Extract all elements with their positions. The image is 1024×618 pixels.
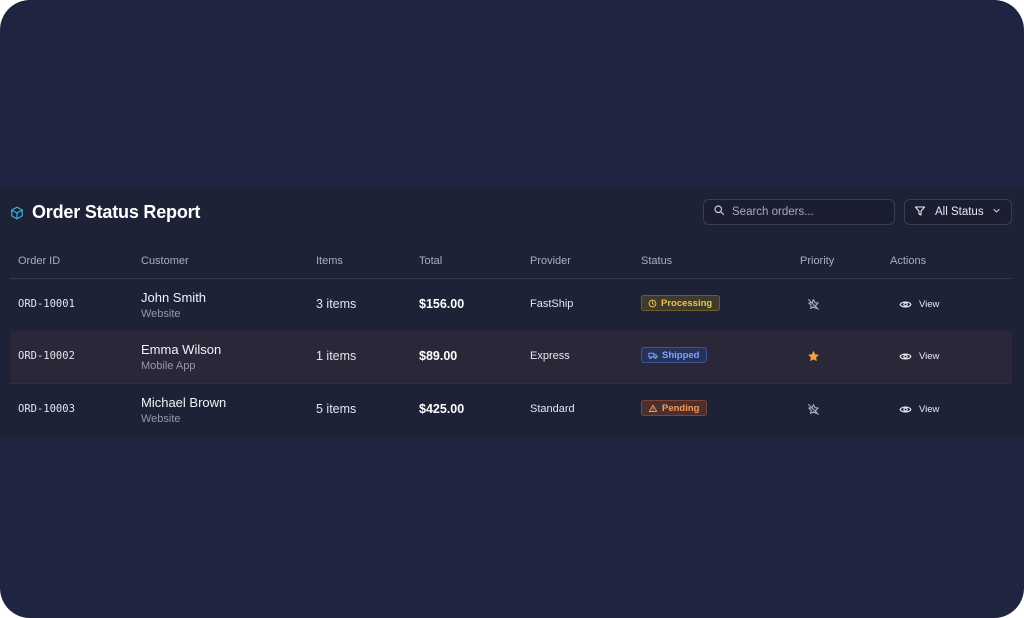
priority-star-off-icon[interactable] — [807, 298, 821, 312]
item-count: 1 items — [316, 349, 357, 363]
order-source: Website — [141, 413, 181, 425]
clock-icon — [648, 299, 657, 308]
order-id: ORD-10002 — [18, 350, 75, 362]
priority-star-off-icon[interactable] — [807, 403, 821, 417]
eye-icon — [899, 298, 912, 311]
search-box[interactable] — [703, 199, 895, 225]
item-count: 3 items — [316, 297, 357, 311]
eye-icon — [899, 350, 912, 363]
view-order-button[interactable]: View — [899, 403, 939, 416]
status-badge: Pending — [641, 400, 708, 416]
order-report-panel: Order Status Report All Status — [0, 188, 1024, 438]
title-group: Order Status Report — [10, 202, 200, 223]
priority-star-icon[interactable] — [807, 350, 821, 364]
customer-name: John Smith — [141, 290, 207, 305]
column-header-actions: Actions — [890, 255, 927, 267]
column-header-items[interactable]: Items — [316, 255, 343, 267]
order-total: $156.00 — [419, 297, 465, 311]
customer-cell: Michael Brown Website — [141, 395, 226, 428]
view-label: View — [919, 299, 940, 310]
item-count: 5 items — [316, 402, 357, 416]
status-badge: Shipped — [641, 347, 708, 363]
order-source: Website — [141, 308, 181, 320]
status-label: Shipped — [662, 349, 700, 361]
chevron-down-icon — [992, 206, 1001, 218]
report-header: Order Status Report All Status — [0, 188, 1024, 240]
customer-name: Emma Wilson — [141, 342, 222, 357]
table-row[interactable]: ORD-10002 Emma Wilson Mobile App 1 items… — [10, 331, 1012, 384]
filter-label: All Status — [935, 206, 984, 218]
customer-cell: John Smith Website — [141, 290, 206, 323]
shipping-provider: Standard — [530, 403, 575, 415]
customer-cell: Emma Wilson Mobile App — [141, 342, 221, 375]
order-source: Mobile App — [141, 360, 196, 372]
order-id: ORD-10003 — [18, 403, 75, 415]
eye-icon — [899, 403, 912, 416]
page-title: Order Status Report — [32, 202, 201, 222]
column-header-order-id[interactable]: Order ID — [18, 255, 60, 267]
app-window: Order Status Report All Status — [0, 0, 1024, 618]
column-header-status[interactable]: Status — [641, 255, 672, 267]
search-input[interactable] — [732, 206, 882, 218]
search-icon — [704, 203, 725, 221]
view-order-button[interactable]: View — [899, 350, 939, 363]
view-label: View — [919, 404, 940, 415]
shipping-provider: Express — [530, 350, 570, 362]
truck-icon — [648, 351, 658, 360]
table-header: Order ID Customer Items Total Provider S… — [10, 248, 1012, 279]
shipping-provider: FastShip — [530, 298, 574, 310]
status-label: Processing — [661, 297, 713, 309]
order-total: $425.00 — [419, 402, 465, 416]
view-label: View — [919, 351, 940, 362]
column-header-provider[interactable]: Provider — [530, 255, 571, 267]
order-total: $89.00 — [419, 349, 458, 363]
status-badge: Processing — [641, 295, 721, 311]
status-label: Pending — [662, 402, 700, 414]
view-order-button[interactable]: View — [899, 298, 939, 311]
package-icon — [10, 206, 24, 220]
column-header-priority[interactable]: Priority — [800, 255, 834, 267]
customer-name: Michael Brown — [141, 395, 227, 410]
column-header-total[interactable]: Total — [419, 255, 442, 267]
order-id: ORD-10001 — [18, 298, 75, 310]
table-row[interactable]: ORD-10001 John Smith Website 3 items $15… — [10, 279, 1012, 332]
status-filter-dropdown[interactable]: All Status — [904, 199, 1012, 225]
filter-icon — [914, 205, 926, 220]
warning-icon — [648, 404, 658, 413]
table-row[interactable]: ORD-10003 Michael Brown Website 5 items … — [10, 384, 1012, 436]
column-header-customer[interactable]: Customer — [141, 255, 189, 267]
